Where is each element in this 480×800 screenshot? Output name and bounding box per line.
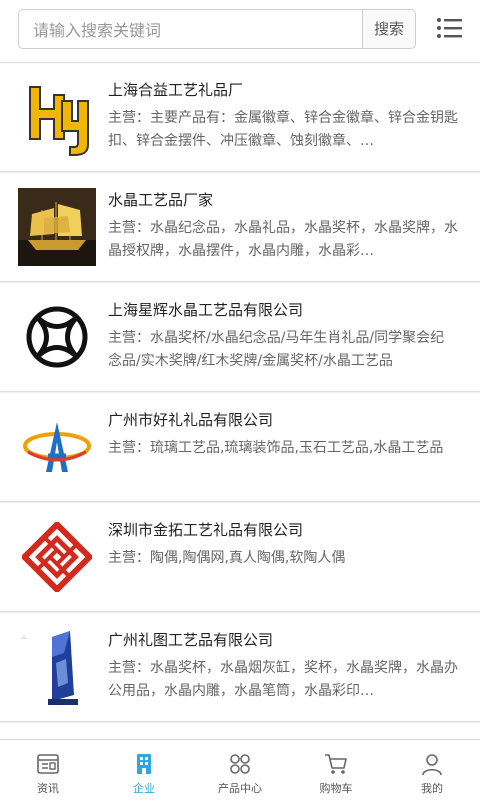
tab-label: 产品中心 [218,782,262,795]
company-desc: 主营：琉璃工艺品,琉璃装饰品,玉石工艺品,水晶工艺品 [108,440,444,456]
tab-company[interactable]: 企业 [96,740,192,800]
company-logo [18,293,96,381]
search-box: 搜索 [18,9,416,50]
tab-label: 资讯 [37,782,59,795]
list-item[interactable]: 上海合益工艺礼品厂 主营：主要产品有：金属徽章、锌合金徽章、锌合金钥匙扣、锌合金… [0,63,480,172]
tab-mine[interactable]: 我的 [384,740,480,800]
company-photo [18,183,96,271]
cart-icon [325,754,347,774]
company-logo [18,73,96,161]
company-photo: ⌂ [18,623,96,711]
header: 搜索 [0,0,480,63]
list-item[interactable]: 水晶工艺品厂家 主营：水晶纪念品，水晶礼品，水晶奖杯，水晶奖牌，水晶授权牌，水晶… [0,173,480,282]
tab-cart[interactable]: 购物车 [288,740,384,800]
tab-label: 企业 [133,782,155,795]
company-desc: 主营：水晶奖杯，水晶烟灰缸，奖杯，水晶奖牌，水晶办公用品，水晶内雕，水晶笔筒，水… [108,660,458,699]
company-name: 广州礼图工艺品有限公司 [108,631,274,649]
company-desc: 主营：陶偶,陶偶网,真人陶偶,软陶人偶 [108,550,346,566]
company-list: 上海合益工艺礼品厂 主营：主要产品有：金属徽章、锌合金徽章、锌合金钥匙扣、锌合金… [0,63,480,745]
svg-text:⌂: ⌂ [22,634,26,641]
company-logo [18,513,96,601]
company-name: 水晶工艺品厂家 [108,191,214,209]
list-item[interactable]: 广州市好礼礼品有限公司 主营：琉璃工艺品,琉璃装饰品,玉石工艺品,水晶工艺品 [0,393,480,502]
news-icon [37,754,59,774]
search-input[interactable] [31,10,375,50]
company-name: 上海合益工艺礼品厂 [108,81,244,99]
company-logo [18,403,96,491]
company-name: 上海星辉水晶工艺品有限公司 [108,301,304,319]
company-name: 深圳市金拓工艺礼品有限公司 [108,521,304,539]
company-desc: 主营：主要产品有：金属徽章、锌合金徽章、锌合金钥匙扣、锌合金摆件、冲压徽章、蚀刻… [108,110,458,149]
company-desc: 主营：水晶奖杯/水晶纪念品/马年生肖礼品/同学聚会纪念品/实木奖牌/红木奖牌/金… [108,330,445,369]
list-item[interactable]: 深圳市金拓工艺礼品有限公司 主营：陶偶,陶偶网,真人陶偶,软陶人偶 [0,503,480,612]
search-button[interactable]: 搜索 [362,10,415,48]
company-desc: 主营：水晶纪念品，水晶礼品，水晶奖杯，水晶奖牌，水晶授权牌，水晶摆件，水晶内雕，… [108,220,458,259]
tab-products[interactable]: 产品中心 [192,740,288,800]
menu-icon[interactable] [434,12,466,44]
company-name: 广州市好礼礼品有限公司 [108,411,274,429]
building-icon [137,754,151,774]
tab-label: 购物车 [319,782,353,795]
bottom-tab-bar: 资讯 企业 产品中心 购物车 我的 [0,739,480,800]
grid-icon [230,754,250,774]
list-item[interactable]: ⌂ 广州礼图工艺品有限公司 主营：水晶奖杯，水晶烟灰缸，奖杯，水晶奖牌，水晶办公… [0,613,480,722]
tab-label: 我的 [421,782,443,795]
list-item[interactable]: 上海星辉水晶工艺品有限公司 主营：水晶奖杯/水晶纪念品/马年生肖礼品/同学聚会纪… [0,283,480,392]
tab-news[interactable]: 资讯 [0,740,96,800]
user-icon [422,754,442,776]
